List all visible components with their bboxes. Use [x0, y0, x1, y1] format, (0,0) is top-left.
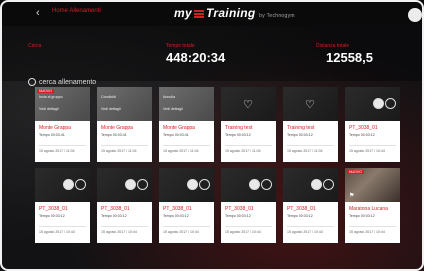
device-frame	[0, 0, 424, 271]
